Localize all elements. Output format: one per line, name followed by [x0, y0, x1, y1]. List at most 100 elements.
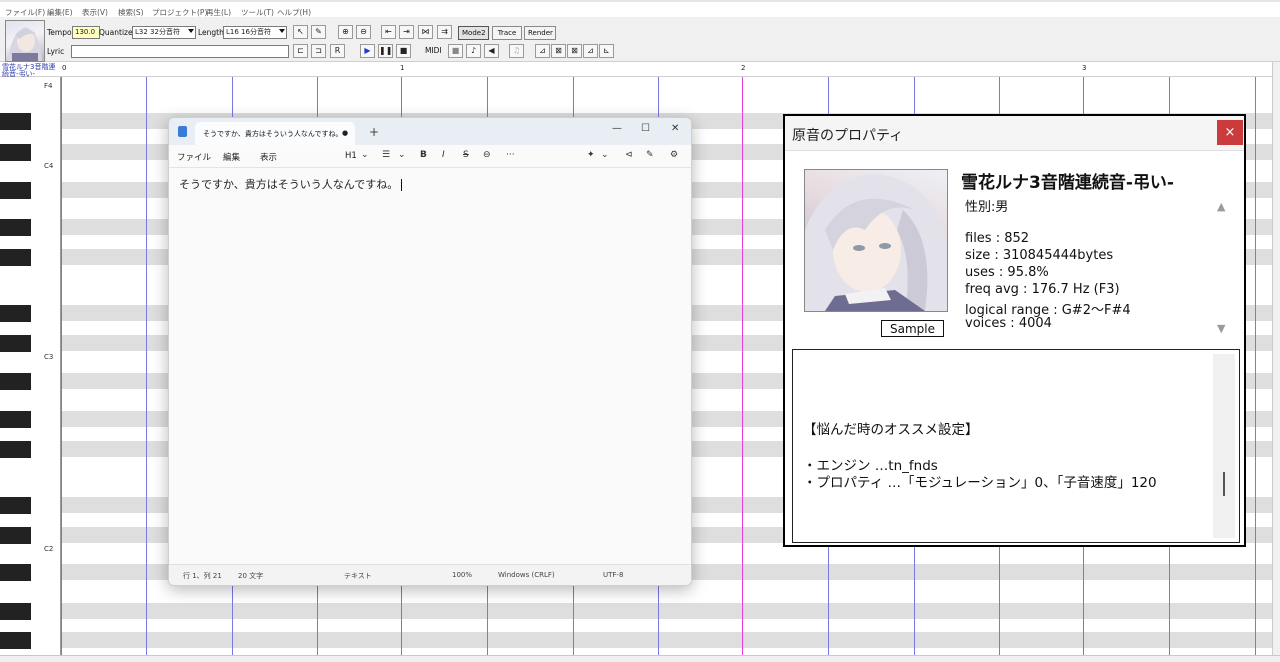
envelope-c-icon[interactable]: ⊠	[567, 44, 582, 58]
measure-line	[61, 77, 62, 655]
octave-label: F4	[44, 82, 53, 90]
black-key[interactable]	[0, 305, 31, 322]
lyric-input[interactable]	[71, 45, 289, 58]
black-key[interactable]	[0, 113, 31, 130]
quantize-select[interactable]: L32 32分音符	[132, 26, 196, 39]
measure-ruler[interactable]: 0 1 2 3	[0, 62, 1272, 77]
envelope-a-icon[interactable]: ⊿	[535, 44, 550, 58]
np-menu-file[interactable]: ファイル	[177, 151, 211, 163]
maximize-icon[interactable]: ☐	[641, 123, 650, 134]
envelope-d-icon[interactable]: ⊿	[583, 44, 598, 58]
scroll-up-icon[interactable]: ▲	[1217, 200, 1225, 213]
note-insert-icon[interactable]: ⊏	[293, 44, 308, 58]
link-icon[interactable]: ⊖	[483, 150, 491, 160]
goto-start-icon[interactable]: ⇤	[381, 25, 396, 39]
np-menu-edit[interactable]: 編集	[223, 151, 240, 163]
lane-row	[61, 632, 1272, 648]
split-icon[interactable]: ⋈	[418, 25, 433, 39]
notepad-body-text: そうですか、貴方はそういう人なんですね。	[179, 178, 399, 191]
black-key[interactable]	[0, 603, 31, 620]
zoom-in-icon[interactable]: ⊕	[338, 25, 353, 39]
stop-icon[interactable]: ■	[396, 44, 411, 58]
tempo-field[interactable]: 130.0	[72, 26, 100, 39]
tab-modified-dot-icon[interactable]: ●	[342, 129, 348, 137]
zoom-out-icon[interactable]: ⊖	[356, 25, 371, 39]
goto-end-icon[interactable]: ⇥	[399, 25, 414, 39]
singer-name-label: 雪花ルナ3音階連続音-弔い-	[2, 63, 56, 78]
minimize-icon[interactable]: —	[612, 123, 622, 134]
ruler-mark: 1	[400, 64, 405, 72]
readme-scrollbar[interactable]	[1213, 354, 1235, 538]
black-key[interactable]	[0, 182, 31, 199]
chevron-down-icon: ⌄	[398, 150, 406, 160]
bold-icon[interactable]: B	[420, 150, 427, 160]
black-key[interactable]	[0, 632, 31, 649]
mode2-button[interactable]: Mode2	[458, 26, 489, 40]
headphone-icon[interactable]: ♫	[509, 44, 524, 58]
envelope-e-icon[interactable]: ⊾	[599, 44, 614, 58]
status-encoding[interactable]: UTF-8	[603, 571, 623, 579]
tempo-label: Tempo	[47, 28, 72, 37]
notepad-statusbar: 行 1、列 21 20 文字 テキスト 100% Windows (CRLF) …	[169, 564, 691, 585]
midi-record-icon[interactable]: ♪	[466, 44, 481, 58]
black-key[interactable]	[0, 527, 31, 544]
chevron-down-icon: ⌄	[601, 150, 609, 160]
play-icon[interactable]: ▶	[360, 44, 375, 58]
np-menu-view[interactable]: 表示	[260, 151, 277, 163]
strikethrough-icon[interactable]: S	[463, 150, 469, 160]
paint-icon[interactable]: ✎	[646, 150, 654, 160]
copilot-icon[interactable]: ✦	[587, 150, 595, 160]
notepad-app-icon	[178, 126, 187, 137]
render-button[interactable]: Render	[524, 26, 556, 40]
status-zoom[interactable]: 100%	[452, 571, 472, 579]
black-key[interactable]	[0, 411, 31, 428]
status-line-ending[interactable]: Windows (CRLF)	[498, 571, 555, 579]
notepad-titlebar[interactable]: そうですか、貴方はそういう人なんですね。 ● + — ☐ ✕	[169, 118, 691, 145]
midi-stop-icon[interactable]: ■	[448, 44, 463, 58]
black-key[interactable]	[0, 219, 31, 236]
close-button[interactable]: ×	[1217, 120, 1243, 145]
notepad-editor[interactable]: そうですか、貴方はそういう人なんですね。	[179, 176, 403, 192]
list-icon[interactable]: ☰	[382, 150, 390, 160]
notepad-tab-title: そうですか、貴方はそういう人なんですね。	[203, 130, 343, 138]
select-tool-icon[interactable]: ↖	[293, 25, 308, 39]
character-portrait-icon	[805, 174, 947, 311]
more-icon[interactable]: ···	[506, 150, 515, 160]
lane-row	[61, 603, 1272, 619]
announce-icon[interactable]: ⊲	[625, 150, 633, 160]
trace-button[interactable]: Trace	[492, 26, 522, 40]
info-scrollbar[interactable]: ▲ ▼	[1214, 200, 1232, 340]
readme-scroll-thumb[interactable]	[1223, 472, 1225, 496]
singer-avatar[interactable]	[5, 20, 45, 62]
note-delete-icon[interactable]: ⊐	[311, 44, 326, 58]
black-key[interactable]	[0, 335, 31, 352]
note-reset-icon[interactable]: R	[330, 44, 345, 58]
pencil-tool-icon[interactable]: ✎	[311, 25, 326, 39]
close-icon[interactable]: ✕	[671, 123, 679, 134]
notepad-tab[interactable]: そうですか、貴方はそういう人なんですね。 ●	[195, 122, 355, 145]
settings-gear-icon[interactable]: ⚙	[670, 150, 678, 160]
dialog-titlebar[interactable]: 原音のプロパティ ×	[785, 116, 1244, 151]
italic-icon[interactable]: I	[442, 150, 445, 160]
scroll-down-icon[interactable]: ▼	[1217, 322, 1225, 335]
status-format: テキスト	[344, 572, 372, 580]
heading-dropdown[interactable]: H1	[345, 151, 357, 161]
new-tab-icon[interactable]: +	[369, 125, 379, 139]
black-key[interactable]	[0, 564, 31, 581]
midi-label: MIDI	[425, 46, 442, 55]
length-select[interactable]: L16 16分音符	[223, 26, 287, 39]
sample-button[interactable]: Sample	[881, 320, 944, 337]
black-key[interactable]	[0, 497, 31, 514]
readme-textbox[interactable]: 【悩んだ時のオススメ設定】 ・エンジン …tn_fnds ・プロパティ …「モジ…	[792, 349, 1240, 543]
ruler-mark: 2	[741, 64, 746, 72]
notepad-window: そうですか、貴方はそういう人なんですね。 ● + — ☐ ✕ ファイル 編集 表…	[168, 117, 692, 586]
join-icon[interactable]: ⇉	[437, 25, 452, 39]
black-key[interactable]	[0, 373, 31, 390]
speaker-icon[interactable]: ◀	[484, 44, 499, 58]
black-key[interactable]	[0, 144, 31, 161]
black-key[interactable]	[0, 249, 31, 266]
pause-icon[interactable]: ❚❚	[378, 44, 393, 58]
black-key[interactable]	[0, 441, 31, 458]
envelope-b-icon[interactable]: ⊠	[551, 44, 566, 58]
vertical-scrollbar[interactable]	[1272, 62, 1280, 655]
